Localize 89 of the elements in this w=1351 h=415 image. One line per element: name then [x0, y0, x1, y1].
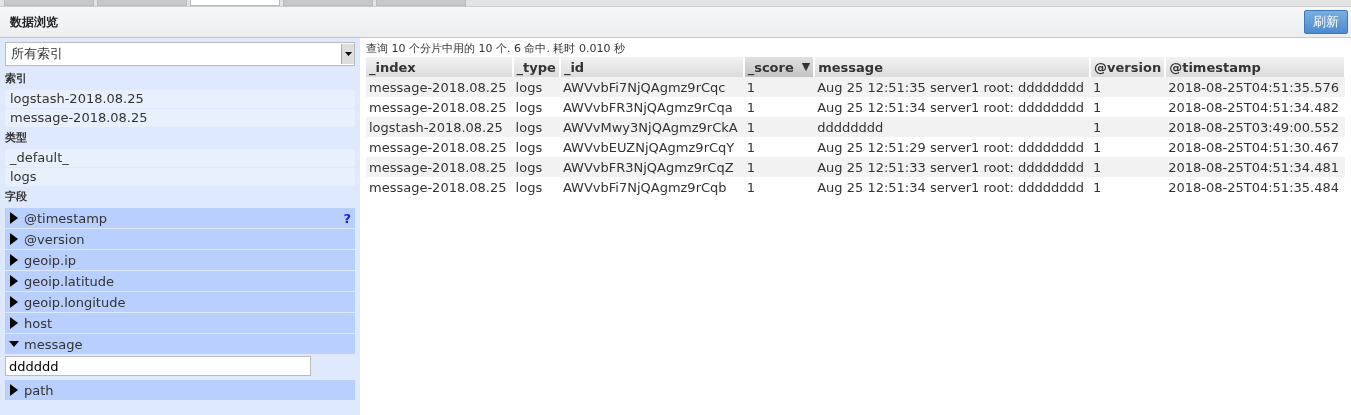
table-cell: 1 — [1090, 97, 1166, 117]
table-cell: 2018-08-25T04:51:34.482 — [1165, 97, 1345, 117]
field-name: @timestamp — [24, 210, 109, 226]
table-cell: 1 — [743, 77, 815, 97]
right-triangle-icon — [9, 296, 19, 308]
right-triangle-icon — [9, 212, 19, 224]
field-name: geoip.latitude — [24, 273, 116, 289]
field-row[interactable]: @version — [5, 229, 355, 249]
table-cell: logs — [512, 117, 560, 137]
tab[interactable] — [97, 0, 187, 6]
field-row[interactable]: @timestamp ? — [5, 208, 355, 228]
table-cell: 1 — [1090, 177, 1166, 197]
table-cell: Aug 25 12:51:34 server1 root: dddddddd — [814, 97, 1091, 117]
column-header[interactable]: _type — [512, 57, 560, 77]
field-name: geoip.ip — [24, 252, 78, 268]
tab[interactable] — [190, 0, 280, 6]
page-title: 数据浏览 — [10, 13, 58, 31]
table-cell: 2018-08-25T04:51:35.576 — [1165, 77, 1345, 97]
table-cell: Aug 25 12:51:34 server1 root: dddddddd — [814, 177, 1091, 197]
table-cell: AWVvbFi7NjQAgmz9rCqb — [559, 177, 744, 197]
filter-item[interactable]: _default_ — [5, 149, 355, 167]
table-cell: 1 — [1090, 77, 1166, 97]
field-name: path — [24, 382, 55, 398]
filter-item[interactable]: logs — [5, 168, 355, 186]
field-row[interactable]: geoip.longitude — [5, 292, 355, 312]
table-cell: 1 — [1090, 117, 1166, 137]
table-cell: 2018-08-25T04:51:30.467 — [1165, 137, 1345, 157]
table-cell: 1 — [743, 97, 815, 117]
query-summary: 查询 10 个分片中用的 10 个. 6 命中. 耗时 0.010 秒 — [366, 41, 626, 57]
table-cell: logs — [512, 157, 560, 177]
field-name: @version — [24, 231, 86, 247]
table-cell: message-2018.08.25 — [366, 177, 513, 197]
table-cell: logs — [512, 137, 560, 157]
index-select[interactable]: 所有索引 — [5, 42, 355, 66]
tab[interactable] — [4, 0, 94, 6]
field-row[interactable]: geoip.ip — [5, 250, 355, 270]
table-cell: logs — [512, 97, 560, 117]
table-cell: Aug 25 12:51:35 server1 root: dddddddd — [814, 77, 1091, 97]
column-header[interactable]: _index — [366, 57, 513, 77]
table-cell: 1 — [743, 117, 815, 137]
table-cell: logs — [512, 77, 560, 97]
table-cell: 2018-08-25T04:51:34.481 — [1165, 157, 1345, 177]
column-header[interactable]: message — [814, 57, 1091, 77]
table-cell: Aug 25 12:51:33 server1 root: dddddddd — [814, 157, 1091, 177]
table-cell: AWVvbFR3NjQAgmz9rCqa — [559, 97, 744, 117]
table-cell: 2018-08-25T03:49:00.552 — [1165, 117, 1345, 137]
column-header[interactable]: @version — [1090, 57, 1166, 77]
section-heading: 字段 — [5, 189, 28, 205]
table-cell: message-2018.08.25 — [366, 97, 513, 117]
table-cell: 1 — [743, 137, 815, 157]
table-cell: 1 — [743, 177, 815, 197]
table-cell: 1 — [1090, 157, 1166, 177]
column-header[interactable]: _id — [559, 57, 744, 77]
table-cell: 2018-08-25T04:51:35.484 — [1165, 177, 1345, 197]
table-cell: 1 — [743, 157, 815, 177]
right-triangle-icon — [9, 275, 19, 287]
section-heading: 索引 — [5, 71, 28, 87]
table-cell: message-2018.08.25 — [366, 137, 513, 157]
right-triangle-icon — [9, 254, 19, 266]
table-cell: logstash-2018.08.25 — [366, 117, 513, 137]
column-header[interactable]: _score ▼ — [743, 57, 815, 77]
field-name: message — [24, 336, 84, 352]
help-link[interactable]: ? — [343, 210, 351, 226]
field-name: host — [24, 315, 54, 331]
table-cell: message-2018.08.25 — [366, 157, 513, 177]
section-heading: 类型 — [5, 130, 28, 146]
field-row[interactable]: path — [5, 380, 355, 400]
right-triangle-icon — [9, 317, 19, 329]
right-triangle-icon — [9, 384, 19, 396]
column-header[interactable]: @timestamp — [1165, 57, 1345, 77]
table-cell: AWVvbFi7NjQAgmz9rCqc — [559, 77, 744, 97]
right-triangle-icon — [9, 233, 19, 245]
filter-item[interactable]: logstash-2018.08.25 — [5, 90, 355, 108]
table-cell: dddddddd — [814, 117, 1091, 137]
table-cell: AWVvMwy3NjQAgmz9rCkA — [559, 117, 744, 137]
field-row[interactable]: host — [5, 313, 355, 333]
table-cell: AWVvbEUZNjQAgmz9rCqY — [559, 137, 744, 157]
table-cell: logs — [512, 177, 560, 197]
table-cell: AWVvbFR3NjQAgmz9rCqZ — [559, 157, 744, 177]
filter-input[interactable]: dddddd — [5, 356, 311, 376]
table-cell: message-2018.08.25 — [366, 77, 513, 97]
field-row[interactable]: message — [5, 334, 355, 354]
table-cell: Aug 25 12:51:29 server1 root: dddddddd — [814, 137, 1091, 157]
field-row[interactable]: geoip.latitude — [5, 271, 355, 291]
tab[interactable] — [283, 0, 373, 6]
filter-item[interactable]: message-2018.08.25 — [5, 109, 355, 127]
field-name: geoip.longitude — [24, 294, 127, 310]
tab[interactable] — [376, 0, 466, 6]
table-cell: 1 — [1090, 137, 1166, 157]
